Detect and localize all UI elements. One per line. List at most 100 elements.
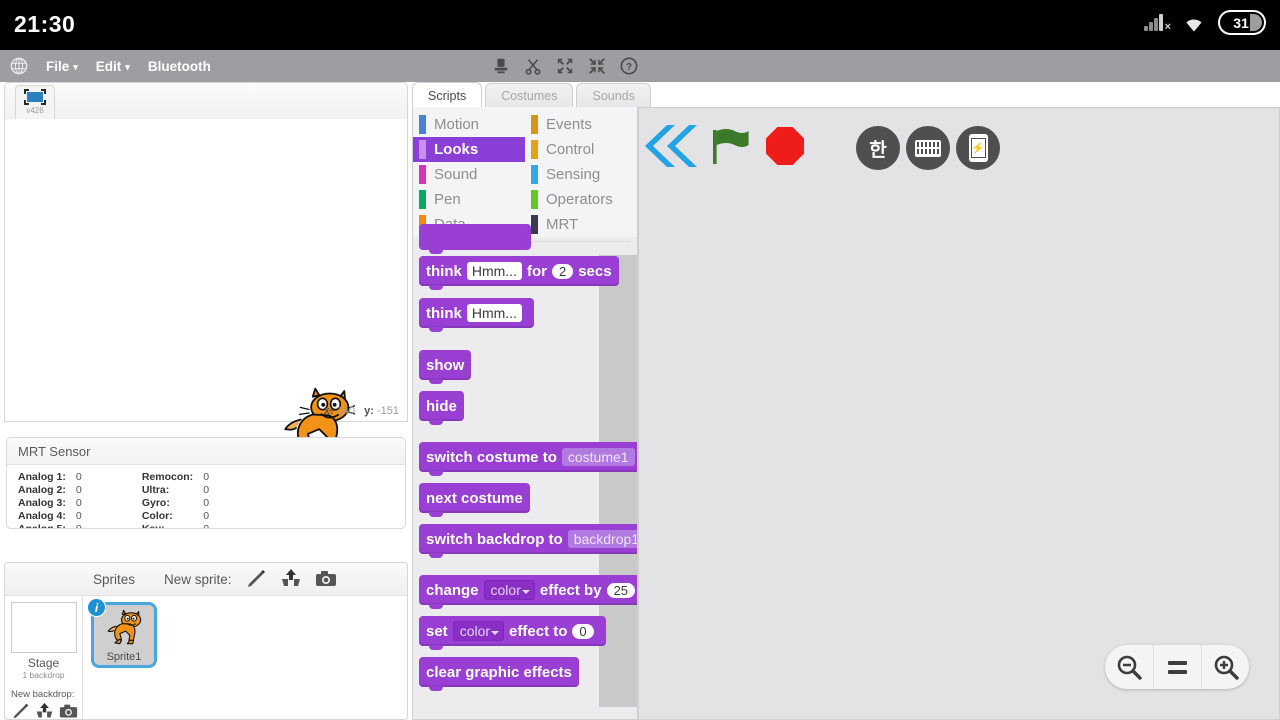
category-mrt[interactable]: MRT bbox=[525, 212, 637, 237]
keyboard-icon bbox=[915, 139, 941, 157]
category-looks[interactable]: Looks bbox=[413, 137, 525, 162]
block-text: next costume bbox=[426, 489, 523, 507]
block-number-field[interactable]: 25 bbox=[606, 582, 636, 598]
menu-bluetooth-label: Bluetooth bbox=[147, 58, 211, 74]
block-text: switch backdrop to bbox=[426, 530, 563, 548]
block-field[interactable]: Hmm... bbox=[466, 262, 522, 280]
shrink-icon[interactable] bbox=[588, 57, 606, 75]
menu-edit[interactable]: Edit ▾ bbox=[96, 59, 130, 74]
help-icon[interactable]: ? bbox=[620, 57, 638, 75]
block-field[interactable]: Hmm... bbox=[466, 304, 522, 322]
sensor-value: 0 bbox=[203, 510, 210, 522]
sensor-value: 0 bbox=[75, 484, 82, 496]
sensor-value: 0 bbox=[75, 523, 82, 529]
upload-sprite-icon[interactable] bbox=[280, 568, 302, 590]
category-swatch bbox=[531, 140, 538, 159]
svg-text:?: ? bbox=[626, 62, 632, 73]
globe-language-icon[interactable] bbox=[10, 57, 28, 75]
sensor-key: Analog 1: bbox=[18, 471, 66, 483]
sprite-info-badge[interactable]: i bbox=[87, 598, 106, 617]
device-phone-icon: ⚡ bbox=[968, 134, 988, 162]
category-control[interactable]: Control bbox=[525, 137, 637, 162]
stage-backdrop-count: 1 backdrop bbox=[22, 670, 65, 680]
menu-file[interactable]: File ▾ bbox=[46, 59, 78, 74]
sensor-key: Analog 3: bbox=[18, 497, 66, 509]
sprite-item-sprite1[interactable]: i Sprite1 bbox=[87, 598, 157, 668]
stage-thumbnail[interactable] bbox=[10, 602, 77, 653]
menu-edit-label: Edit bbox=[95, 58, 122, 74]
x-value: 240 bbox=[336, 405, 355, 417]
block-next-costume[interactable]: next costume bbox=[419, 483, 530, 517]
block-say-partial[interactable] bbox=[419, 224, 531, 254]
block-clear-graphic-effects[interactable]: clear graphic effects bbox=[419, 657, 579, 691]
paint-new-sprite-icon[interactable] bbox=[245, 568, 267, 590]
tab-costumes-label: Costumes bbox=[501, 89, 558, 103]
y-label: y: bbox=[364, 405, 374, 417]
block-dropdown[interactable]: color bbox=[483, 580, 535, 600]
scissors-cut-icon[interactable] bbox=[524, 57, 542, 75]
double-chevron-left-icon[interactable] bbox=[643, 123, 699, 169]
zoom-reset-button[interactable] bbox=[1153, 645, 1201, 689]
category-operators[interactable]: Operators bbox=[525, 187, 637, 212]
keyboard-button[interactable] bbox=[906, 126, 950, 170]
paint-new-backdrop-icon[interactable] bbox=[11, 702, 30, 720]
block-switch-backdrop[interactable]: switch backdrop to backdrop1 bbox=[419, 524, 637, 558]
sensor-key: Key: bbox=[141, 523, 165, 529]
block-text: change bbox=[426, 581, 479, 599]
block-text: secs bbox=[578, 262, 612, 280]
zoom-out-button[interactable] bbox=[1105, 645, 1153, 689]
category-swatch bbox=[531, 190, 538, 209]
upload-backdrop-icon[interactable] bbox=[35, 702, 54, 720]
mrt-sensor-values: Analog 1: 0 Analog 2: 0 Analog 3: 0 Anal… bbox=[7, 465, 405, 529]
category-label: Events bbox=[546, 116, 592, 133]
stage-canvas[interactable]: x: 240 y: -151 bbox=[4, 119, 408, 455]
category-swatch bbox=[531, 165, 538, 184]
category-sound[interactable]: Sound bbox=[413, 162, 525, 187]
category-events[interactable]: Events bbox=[525, 112, 637, 137]
block-dropdown[interactable]: costume1 bbox=[561, 448, 635, 466]
sensor-key: Ultra: bbox=[141, 484, 170, 496]
block-set-effect[interactable]: set color effect to 0 bbox=[419, 616, 606, 650]
category-motion[interactable]: Motion bbox=[413, 112, 525, 137]
block-show[interactable]: show bbox=[419, 350, 472, 384]
new-backdrop-icons bbox=[9, 702, 78, 720]
block-number-field[interactable]: 2 bbox=[551, 263, 574, 279]
block-dropdown[interactable]: color bbox=[452, 621, 505, 641]
sprite-list: i Sprite1 bbox=[83, 596, 407, 719]
category-label: Sensing bbox=[546, 166, 601, 183]
camera-sprite-icon[interactable] bbox=[315, 568, 337, 590]
block-change-effect[interactable]: change color effect by 25 bbox=[419, 575, 637, 609]
stage-view-tab[interactable]: v426 bbox=[15, 85, 55, 120]
menu-bluetooth[interactable]: Bluetooth bbox=[148, 59, 211, 74]
category-pen[interactable]: Pen bbox=[413, 187, 525, 212]
category-sensing[interactable]: Sensing bbox=[525, 162, 637, 187]
block-switch-costume[interactable]: switch costume to costume1 bbox=[419, 442, 637, 476]
stage-selector[interactable]: Stage 1 backdrop New backdrop: bbox=[5, 596, 83, 720]
block-list: think Hmm... for 2 secs think Hmm... sho… bbox=[413, 224, 637, 712]
device-connect-button[interactable]: ⚡ bbox=[956, 126, 1000, 170]
stop-sign-icon[interactable] bbox=[766, 127, 804, 165]
tab-scripts-label: Scripts bbox=[428, 88, 467, 103]
zoom-in-button[interactable] bbox=[1201, 645, 1249, 689]
tab-scripts[interactable]: Scripts bbox=[412, 82, 483, 108]
script-canvas[interactable]: 한 ⚡ bbox=[638, 107, 1280, 720]
app-root: 21:30 × 31 File ▾ Edit ▾ Bluetooth ? v42… bbox=[0, 0, 1280, 720]
sensor-key: Color: bbox=[141, 510, 173, 522]
category-swatch bbox=[419, 115, 426, 134]
sensor-value: 0 bbox=[203, 471, 210, 483]
stamp-duplicate-icon[interactable] bbox=[492, 57, 510, 75]
korean-language-button[interactable]: 한 bbox=[856, 126, 900, 170]
tab-costumes[interactable]: Costumes bbox=[485, 83, 574, 108]
block-think-for-secs[interactable]: think Hmm... for 2 secs bbox=[419, 256, 619, 290]
camera-backdrop-icon[interactable] bbox=[59, 702, 78, 720]
block-text: show bbox=[426, 356, 465, 374]
block-think[interactable]: think Hmm... bbox=[419, 298, 534, 332]
block-text: switch costume to bbox=[426, 448, 557, 466]
block-number-field[interactable]: 0 bbox=[572, 623, 594, 639]
category-label: MRT bbox=[546, 216, 579, 233]
block-hide[interactable]: hide bbox=[419, 391, 464, 425]
tab-sounds[interactable]: Sounds bbox=[576, 83, 651, 108]
block-dropdown[interactable]: backdrop1 bbox=[567, 530, 637, 548]
grow-icon[interactable] bbox=[556, 57, 574, 75]
green-flag-icon[interactable] bbox=[707, 124, 751, 168]
